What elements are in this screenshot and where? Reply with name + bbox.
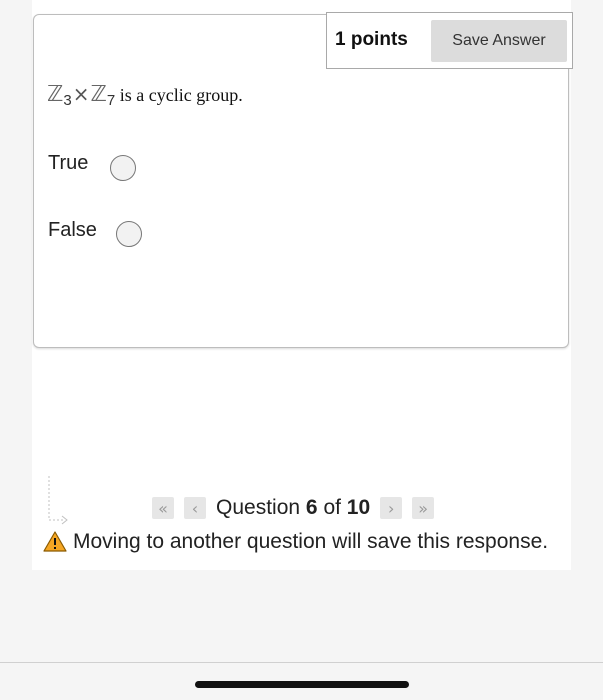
prompt-text: is a cyclic group. [115, 85, 243, 105]
save-answer-button[interactable]: Save Answer [431, 20, 567, 62]
option-false-label: False [48, 219, 97, 241]
next-question-icon[interactable]: › [380, 497, 403, 519]
current-question-number: 6 [305, 496, 318, 519]
home-indicator[interactable] [195, 681, 409, 688]
question-prompt: ℤ3×ℤ7 is a cyclic group. [47, 82, 243, 109]
question-counter: Question 6 of 10 [216, 496, 370, 520]
bottom-divider [0, 662, 603, 663]
integers-symbol: ℤ [90, 82, 107, 107]
question-word: Question [216, 496, 301, 519]
points-label: 1 points [335, 29, 408, 50]
total-questions: 10 [346, 496, 371, 519]
last-question-icon[interactable]: » [412, 497, 435, 519]
times-symbol: × [72, 82, 90, 106]
subscript: 3 [63, 92, 72, 109]
previous-question-icon[interactable]: ‹ [184, 497, 206, 519]
option-true-radio[interactable] [110, 155, 136, 181]
first-question-icon[interactable]: « [152, 497, 174, 519]
of-word: of [323, 496, 341, 519]
question-navigation: « ‹ Question 6 of 10 › » [152, 493, 444, 523]
warning-text: Moving to another question will save thi… [73, 530, 549, 553]
question-tree-icon [48, 476, 68, 525]
option-false-radio[interactable] [116, 221, 142, 247]
save-warning: Moving to another question will save thi… [43, 530, 548, 554]
integers-symbol: ℤ [47, 82, 64, 107]
subscript: 7 [106, 92, 116, 109]
option-true-label: True [48, 152, 89, 174]
points-box: 1 points Save Answer [326, 12, 573, 69]
warning-icon [43, 531, 67, 552]
